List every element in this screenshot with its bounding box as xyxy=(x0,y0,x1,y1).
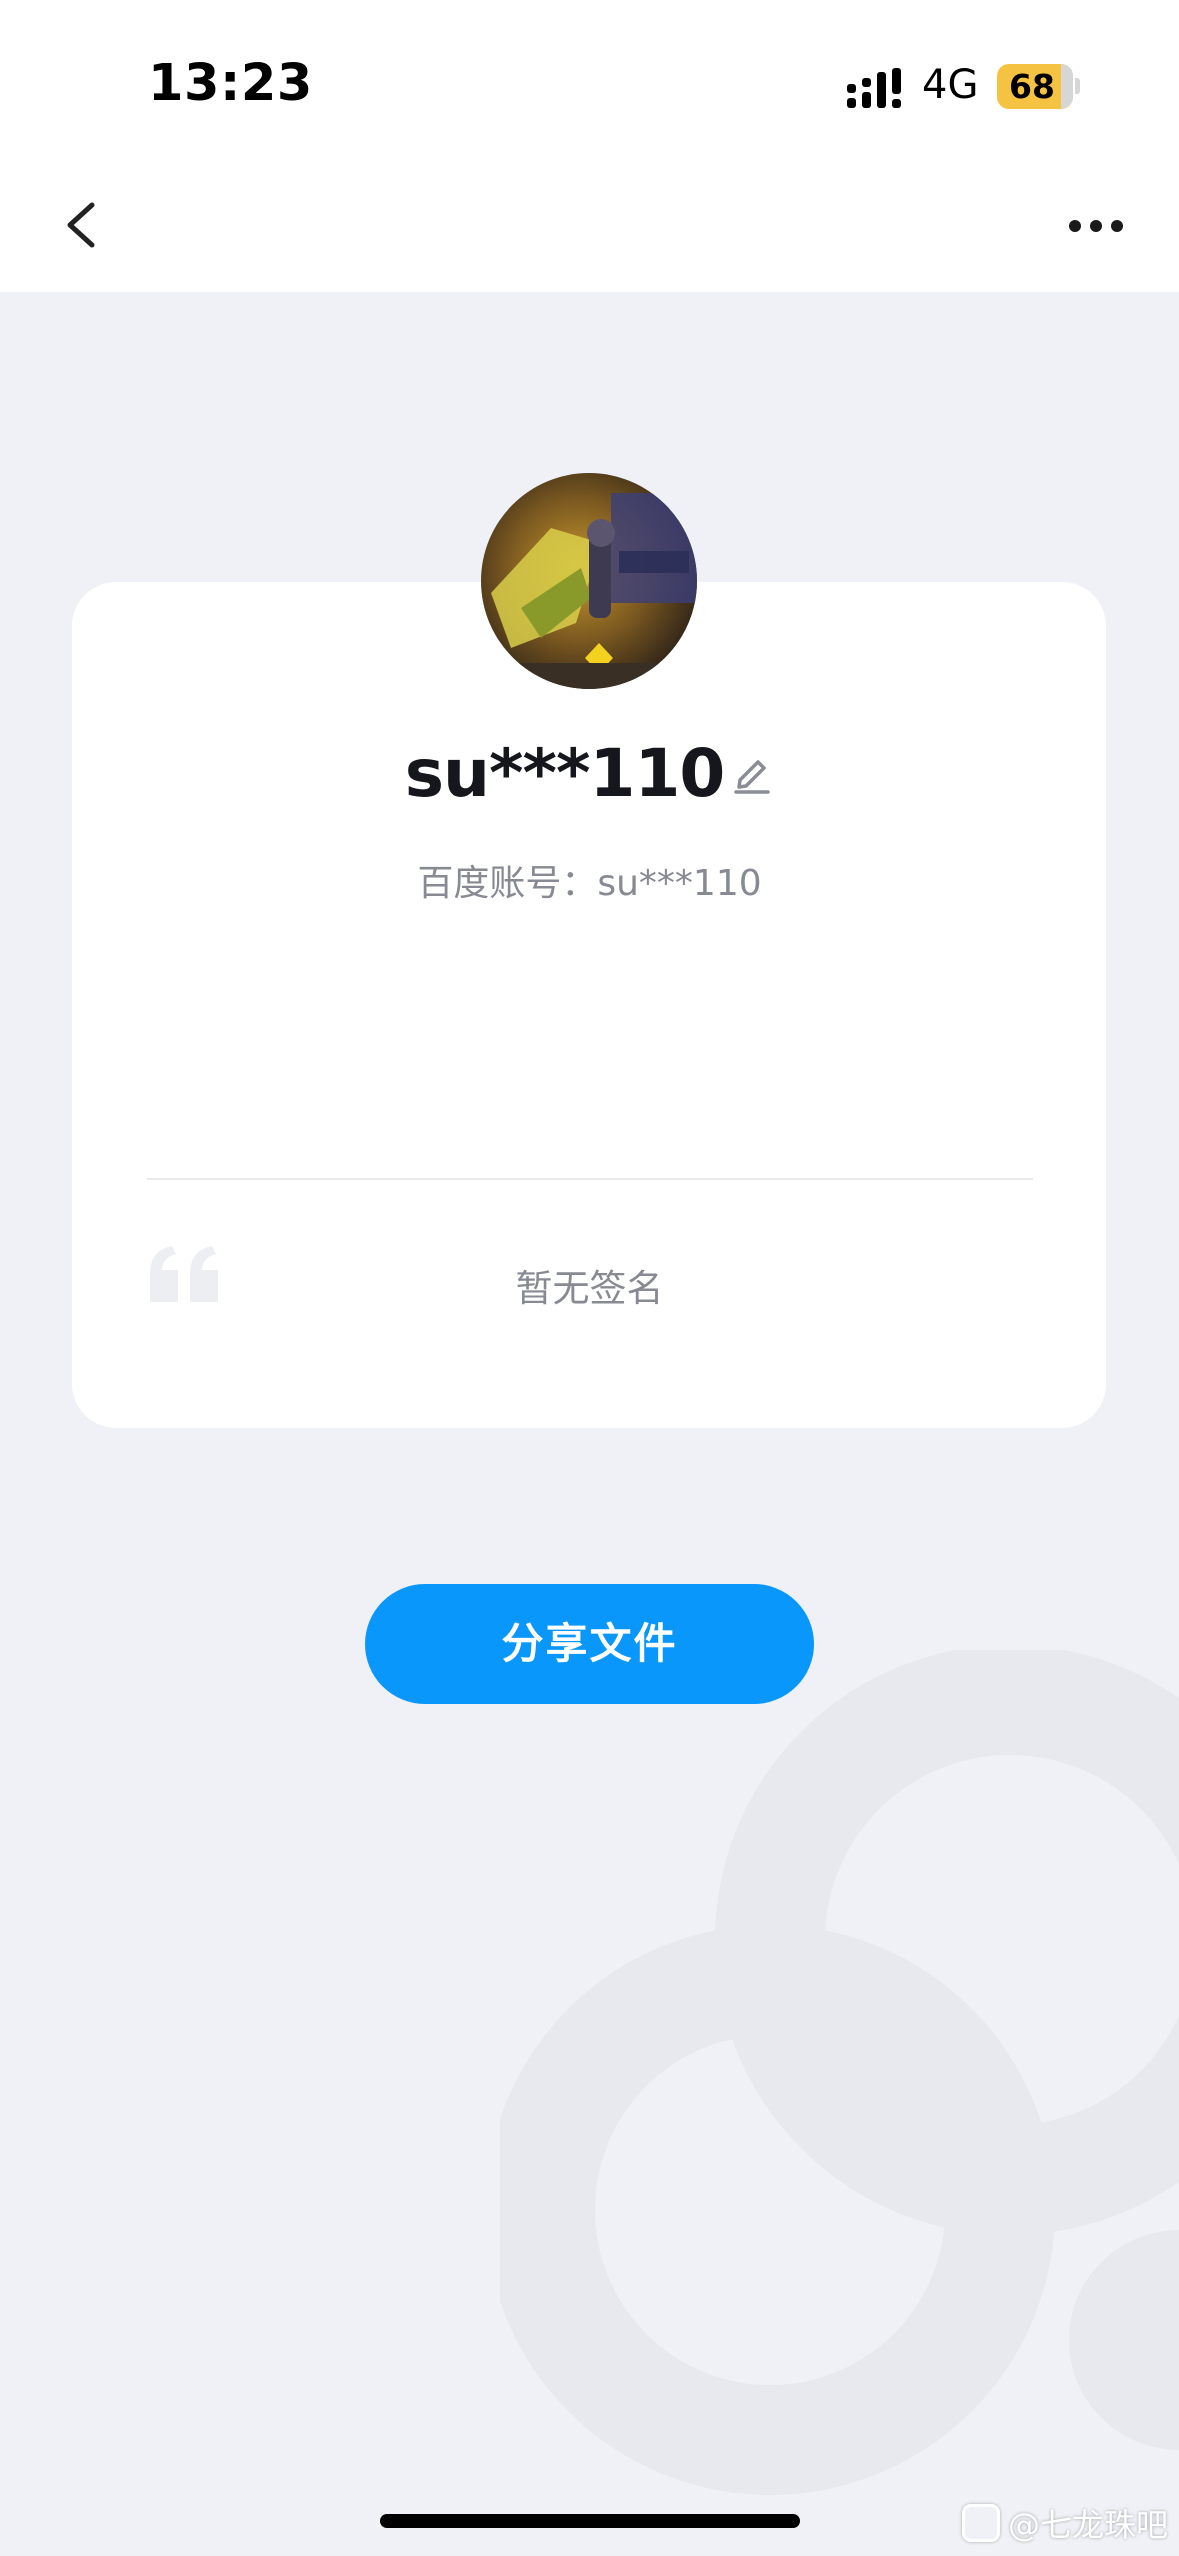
status-time: 13:23 xyxy=(148,54,313,113)
pencil-icon[interactable] xyxy=(730,750,774,798)
avatar-image xyxy=(481,473,697,689)
header-area: 13:23 4G 68 xyxy=(0,0,1179,292)
more-options-button[interactable] xyxy=(1052,196,1132,256)
username-row: su***110 xyxy=(0,735,1179,815)
back-button[interactable] xyxy=(50,180,120,270)
battery-level: 68 xyxy=(1009,67,1055,106)
account-id: 百度账号：su***110 xyxy=(417,863,762,904)
home-indicator[interactable] xyxy=(380,2514,800,2528)
battery-indicator: 68 xyxy=(997,64,1073,109)
network-type: 4G xyxy=(922,62,979,108)
chevron-left-icon xyxy=(67,202,95,248)
avatar[interactable] xyxy=(481,473,697,689)
card-divider xyxy=(147,1178,1033,1180)
share-files-button[interactable]: 分享文件 xyxy=(365,1584,814,1704)
watermark: @七龙珠吧 xyxy=(962,2500,1168,2548)
ellipsis-horizontal-icon xyxy=(1069,220,1123,232)
signature-text: 暂无签名 xyxy=(515,1267,664,1310)
background-logo-watermark xyxy=(500,1650,1179,2495)
watermark-logo-icon xyxy=(962,2504,1000,2542)
username: su***110 xyxy=(404,735,726,812)
battery-cap xyxy=(1075,78,1080,94)
signal-strength-icon xyxy=(847,68,901,108)
watermark-text: @七龙珠吧 xyxy=(1008,2506,1169,2544)
